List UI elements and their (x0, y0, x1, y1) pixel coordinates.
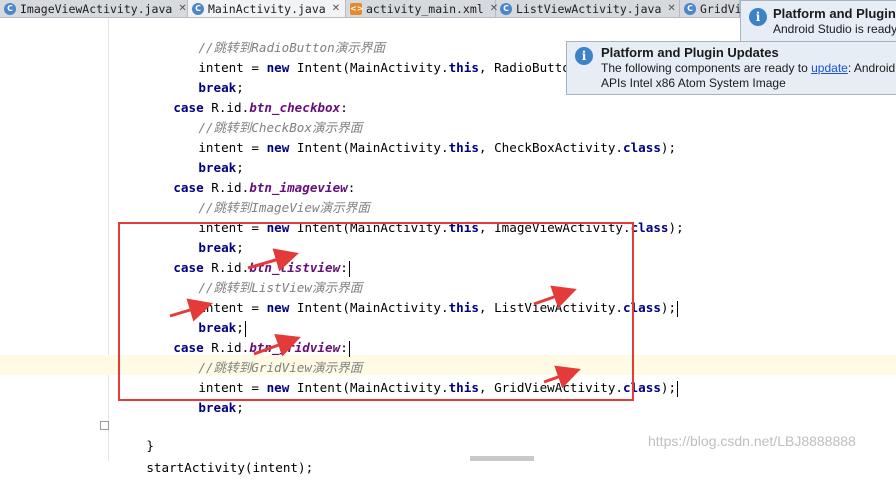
tab-gridviewactivity[interactable]: C GridVi (680, 0, 742, 17)
tab-label: activity_main.xml (366, 1, 484, 16)
code-line: intent = new Intent(MainActivity.this, C… (168, 118, 676, 155)
code-line: case R.id.btn_imageview: (143, 158, 355, 195)
text-caret (677, 380, 679, 397)
code-text: ; (236, 400, 244, 415)
info-icon: i (575, 47, 593, 65)
xml-file-icon: <> (350, 2, 364, 15)
highlight-box (118, 222, 634, 401)
keyword: new (266, 60, 290, 75)
code-line: break; (168, 138, 244, 175)
code-text: Intent(MainActivity. (289, 140, 449, 155)
keyword: class (630, 220, 669, 235)
code-text: Intent(MainActivity. (289, 60, 449, 75)
tab-label: ListViewActivity.java (516, 1, 662, 16)
tab-label: GridVi (700, 1, 742, 16)
tab-label: MainActivity.java (208, 1, 326, 16)
close-icon[interactable]: ✕ (667, 3, 675, 14)
tab-activity-main-xml[interactable]: <> activity_main.xml ✕ (346, 0, 498, 17)
notification-body: The following components are ready to up… (601, 61, 895, 76)
update-link[interactable]: update (811, 61, 848, 75)
code-text: ); (660, 300, 677, 315)
tab-mainactivity[interactable]: C MainActivity.java ✕ (188, 0, 346, 17)
code-line: startActivity(intent); (116, 438, 313, 475)
code-line: case R.id.btn_checkbox: (143, 78, 347, 115)
watermark: https://blog.csdn.net/LBJ8888888 (648, 433, 856, 449)
code-text: ); (668, 220, 684, 235)
code-line: //跳转到ImageView演示界面 (168, 178, 370, 215)
notification-body: Android Studio is ready t (773, 22, 896, 36)
java-class-icon: C (684, 2, 696, 15)
code-line: } (116, 416, 154, 453)
code-line: break; (168, 58, 244, 95)
fold-marker-icon[interactable] (100, 421, 109, 430)
close-icon[interactable]: ✕ (178, 3, 186, 14)
text-caret (677, 300, 679, 317)
code-text: startActivity(intent); (146, 460, 314, 475)
code-text: ); (660, 380, 677, 395)
horizontal-scrollbar[interactable] (470, 456, 534, 461)
tab-imageviewactivity[interactable]: C ImageViewActivity.java ✕ (0, 0, 188, 17)
keyword: new (266, 140, 290, 155)
info-icon: i (749, 8, 767, 26)
editor-gutter (0, 18, 110, 461)
keyword: break (198, 400, 237, 415)
keyword: class (622, 140, 661, 155)
tab-label: ImageViewActivity.java (20, 1, 173, 16)
notification-back[interactable]: i Platform and Plugin U Android Studio i… (740, 0, 896, 44)
keyword: this (448, 60, 479, 75)
notification-text: : Android (847, 61, 896, 75)
close-icon[interactable]: ✕ (332, 3, 340, 14)
notification-body-line2: APIs Intel x86 Atom System Image (601, 76, 786, 90)
java-class-icon: C (192, 2, 204, 15)
keyword: this (448, 140, 479, 155)
code-text: ); (660, 140, 677, 155)
java-class-icon: C (4, 2, 16, 15)
notification-title: Platform and Plugin Updates (601, 45, 779, 60)
notification-title: Platform and Plugin U (773, 6, 896, 21)
code-line: //跳转到CheckBox演示界面 (168, 98, 362, 135)
java-class-icon: C (500, 2, 512, 15)
code-line: //跳转到RadioButton演示界面 (168, 18, 385, 55)
code-text: , CheckBoxActivity. (478, 140, 623, 155)
notification-front[interactable]: i Platform and Plugin Updates The follow… (566, 41, 896, 95)
notification-text: The following components are ready to (601, 61, 812, 75)
gutter-divider (108, 18, 109, 461)
tab-listviewactivity[interactable]: C ListViewActivity.java ✕ (496, 0, 680, 17)
code-line: intent = new Intent(MainActivity.this, I… (168, 198, 683, 235)
